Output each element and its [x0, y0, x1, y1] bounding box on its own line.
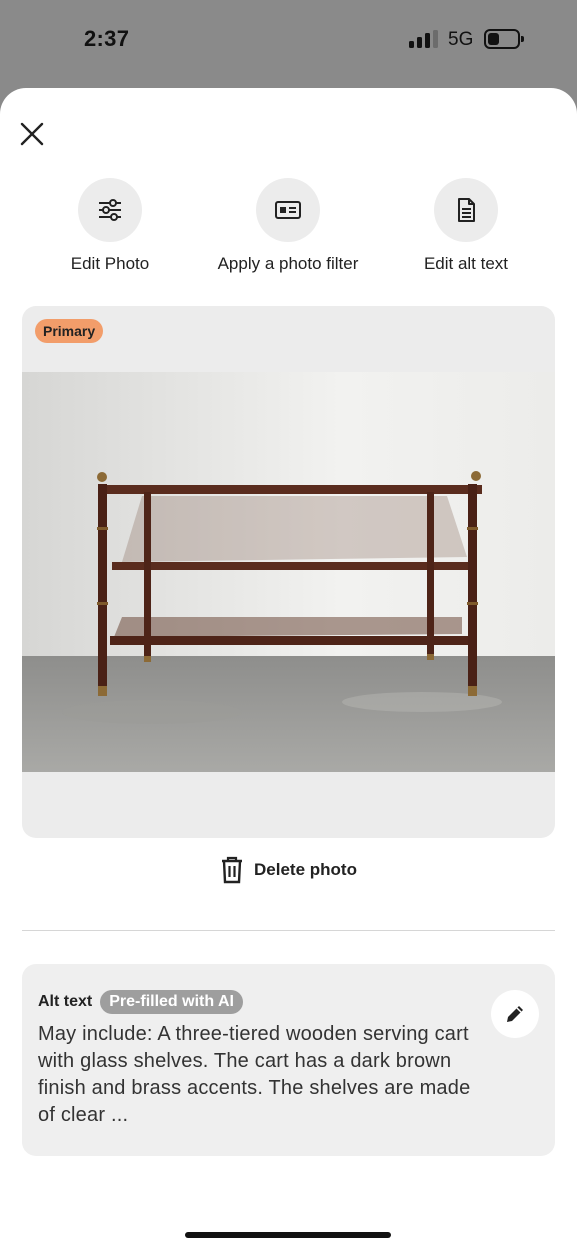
edit-alt-text-label: Edit alt text: [423, 254, 509, 273]
alt-text-body: May include: A three-tiered wooden servi…: [38, 1023, 471, 1126]
document-icon: [458, 198, 475, 222]
home-indicator: [185, 1232, 391, 1238]
edit-photo-button[interactable]: Edit Photo: [20, 178, 200, 274]
edit-alt-text-button[interactable]: Edit alt text: [376, 178, 556, 274]
status-time: 2:37: [84, 26, 130, 51]
primary-badge: Primary: [35, 319, 104, 343]
divider: [22, 930, 555, 931]
delete-photo-label: Delete photo: [254, 860, 357, 879]
apply-filter-icon-button[interactable]: [256, 178, 320, 242]
ai-prefilled-badge: Pre-filled with AI: [100, 990, 243, 1014]
edit-photo-label: Edit Photo: [70, 254, 150, 273]
trash-icon: [222, 856, 243, 884]
photo-filter-icon: [275, 201, 301, 219]
edit-photo-icon-button[interactable]: [78, 178, 142, 242]
listing-photo: [22, 372, 555, 772]
close-icon: [20, 122, 44, 146]
edit-alt-text-pencil-button[interactable]: [491, 990, 539, 1038]
photo-actions: Edit Photo Apply a photo filter Edit alt…: [0, 178, 577, 288]
network-type: 5G: [448, 29, 474, 50]
close-button[interactable]: [16, 118, 48, 150]
pencil-icon: [507, 1006, 523, 1022]
apply-filter-label: Apply a photo filter: [217, 254, 359, 273]
apply-filter-button[interactable]: Apply a photo filter: [198, 178, 378, 274]
alt-text-card: Alt text Pre-filled with AI May include:…: [22, 964, 555, 1156]
photo-options-sheet: Edit Photo Apply a photo filter Edit alt…: [0, 88, 577, 1250]
signal-icon: [409, 30, 439, 48]
alt-text-title: Alt text: [38, 993, 93, 1010]
delete-photo-button[interactable]: Delete photo: [0, 856, 577, 884]
edit-alt-text-icon-button[interactable]: [434, 178, 498, 242]
primary-photo-card[interactable]: Primary: [22, 306, 555, 838]
status-bar: 2:37 5G: [0, 0, 577, 88]
alt-text-header: Alt text Pre-filled with AI: [38, 990, 243, 1014]
battery-icon: [484, 29, 524, 49]
sliders-icon: [99, 199, 121, 221]
